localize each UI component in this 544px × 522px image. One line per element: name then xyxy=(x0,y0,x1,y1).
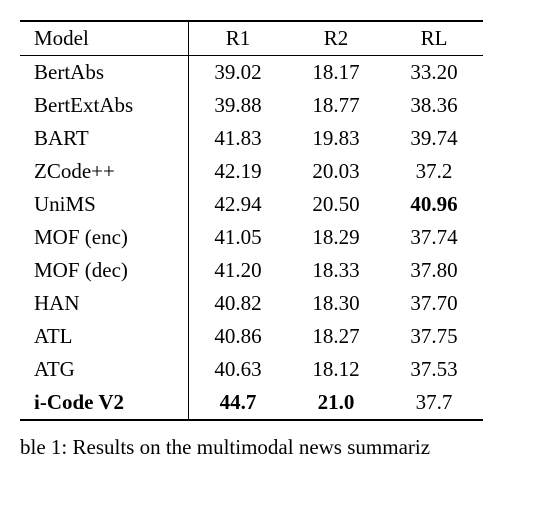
cell-rl: 37.2 xyxy=(385,155,483,188)
header-r1: R1 xyxy=(189,21,288,56)
cell-r2: 21.0 xyxy=(287,386,385,420)
cell-r1: 39.88 xyxy=(189,89,288,122)
cell-rl: 37.80 xyxy=(385,254,483,287)
cell-model: HAN xyxy=(20,287,189,320)
cell-r2: 18.30 xyxy=(287,287,385,320)
table-row: MOF (enc)41.0518.2937.74 xyxy=(20,221,483,254)
table-row: ZCode++42.1920.0337.2 xyxy=(20,155,483,188)
table-header-row: Model R1 R2 RL xyxy=(20,21,483,56)
results-table-wrapper: Model R1 R2 RL BertAbs39.0218.1733.20Ber… xyxy=(20,20,483,460)
cell-rl: 39.74 xyxy=(385,122,483,155)
cell-r1: 41.20 xyxy=(189,254,288,287)
cell-rl: 37.70 xyxy=(385,287,483,320)
cell-rl: 37.7 xyxy=(385,386,483,420)
table-row: BertAbs39.0218.1733.20 xyxy=(20,56,483,90)
cell-r1: 44.7 xyxy=(189,386,288,420)
cell-r1: 41.83 xyxy=(189,122,288,155)
cell-r1: 42.19 xyxy=(189,155,288,188)
table-row: ATL40.8618.2737.75 xyxy=(20,320,483,353)
cell-r1: 40.82 xyxy=(189,287,288,320)
cell-rl: 33.20 xyxy=(385,56,483,90)
cell-model: BertAbs xyxy=(20,56,189,90)
cell-rl: 37.75 xyxy=(385,320,483,353)
header-model: Model xyxy=(20,21,189,56)
cell-rl: 37.74 xyxy=(385,221,483,254)
cell-model: MOF (enc) xyxy=(20,221,189,254)
cell-r1: 42.94 xyxy=(189,188,288,221)
cell-r1: 41.05 xyxy=(189,221,288,254)
cell-model: i-Code V2 xyxy=(20,386,189,420)
cell-rl: 38.36 xyxy=(385,89,483,122)
caption-text: Results on the multimodal news summariz xyxy=(73,435,431,459)
table-row: ATG40.6318.1237.53 xyxy=(20,353,483,386)
cell-model: MOF (dec) xyxy=(20,254,189,287)
header-r2: R2 xyxy=(287,21,385,56)
cell-model: BART xyxy=(20,122,189,155)
cell-r1: 40.63 xyxy=(189,353,288,386)
header-rl: RL xyxy=(385,21,483,56)
cell-r2: 18.12 xyxy=(287,353,385,386)
table-row: MOF (dec)41.2018.3337.80 xyxy=(20,254,483,287)
table-caption: ble 1: Results on the multimodal news su… xyxy=(20,435,483,460)
cell-r2: 18.33 xyxy=(287,254,385,287)
cell-rl: 37.53 xyxy=(385,353,483,386)
cell-model: UniMS xyxy=(20,188,189,221)
table-body: BertAbs39.0218.1733.20BertExtAbs39.8818.… xyxy=(20,56,483,421)
cell-r2: 18.77 xyxy=(287,89,385,122)
table-row: BertExtAbs39.8818.7738.36 xyxy=(20,89,483,122)
cell-r2: 20.03 xyxy=(287,155,385,188)
table-row: BART41.8319.8339.74 xyxy=(20,122,483,155)
cell-model: BertExtAbs xyxy=(20,89,189,122)
cell-rl: 40.96 xyxy=(385,188,483,221)
results-table: Model R1 R2 RL BertAbs39.0218.1733.20Ber… xyxy=(20,20,483,421)
table-row: HAN40.8218.3037.70 xyxy=(20,287,483,320)
caption-prefix: ble 1: xyxy=(20,435,67,459)
cell-r2: 19.83 xyxy=(287,122,385,155)
cell-model: ZCode++ xyxy=(20,155,189,188)
cell-model: ATL xyxy=(20,320,189,353)
table-row: UniMS42.9420.5040.96 xyxy=(20,188,483,221)
table-row: i-Code V244.721.037.7 xyxy=(20,386,483,420)
cell-model: ATG xyxy=(20,353,189,386)
cell-r2: 20.50 xyxy=(287,188,385,221)
cell-r1: 40.86 xyxy=(189,320,288,353)
cell-r2: 18.29 xyxy=(287,221,385,254)
cell-r2: 18.27 xyxy=(287,320,385,353)
cell-r1: 39.02 xyxy=(189,56,288,90)
cell-r2: 18.17 xyxy=(287,56,385,90)
